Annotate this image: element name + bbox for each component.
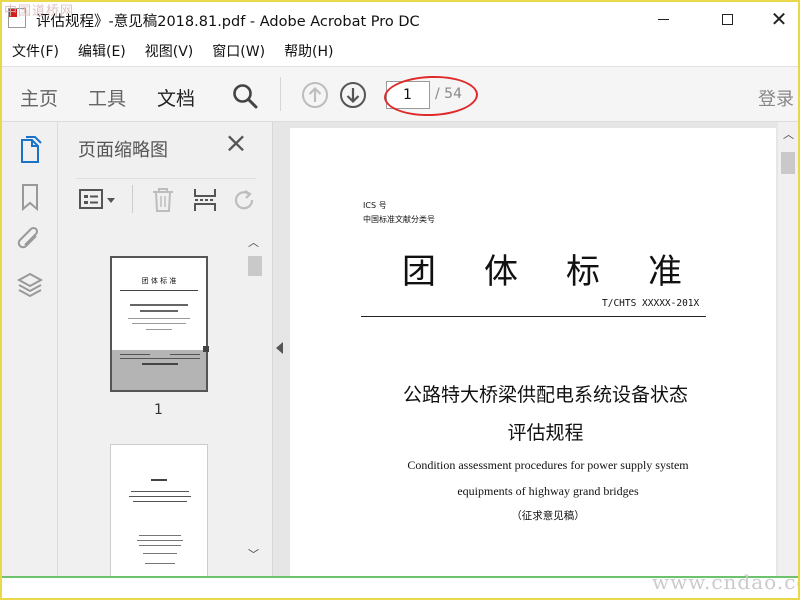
toolbar-separator xyxy=(280,77,281,111)
thumbnail-text-line xyxy=(170,354,200,355)
tab-document[interactable]: 文档 xyxy=(157,84,195,111)
bookmark-icon[interactable] xyxy=(16,182,44,212)
thumbnail-text-line xyxy=(139,535,181,536)
ics-number: ICS 号 xyxy=(363,201,387,210)
maximize-icon xyxy=(721,13,733,25)
menu-view[interactable]: 视图(V) xyxy=(145,41,194,61)
chinese-title-line-2: 评估规程 xyxy=(507,422,584,444)
thumbnail-text-line xyxy=(151,479,167,481)
thumbnail-title-text: 团 体 标 准 xyxy=(141,277,177,285)
document-view: ICS 号 中国标准文献分类号 团体标准 T/CHTS XXXXX-201X 公… xyxy=(273,122,798,577)
page-up-icon[interactable] xyxy=(301,81,329,109)
maximize-button[interactable] xyxy=(704,4,750,34)
english-title-line-2: equipments of highway grand bridges xyxy=(457,484,639,498)
tab-tools[interactable]: 工具 xyxy=(88,84,126,111)
document-scrollbar[interactable]: ︿ xyxy=(778,122,798,577)
page-thumbnail-2[interactable] xyxy=(110,444,208,577)
thumbnail-text-line xyxy=(120,354,150,355)
thumbnails-title: 页面缩略图 xyxy=(78,140,168,161)
thumbnails-panel: 页面缩略图 × 团 体 标 准 1 ︿ ﹀ xyxy=(58,122,273,577)
tab-home[interactable]: 主页 xyxy=(20,84,58,111)
page-down-icon[interactable] xyxy=(339,81,367,109)
scroll-up-arrow-icon[interactable]: ︿ xyxy=(783,126,794,142)
watermark-bottom-right: www.cndao.com xyxy=(652,570,800,594)
scroll-up-arrow-icon[interactable]: ︿ xyxy=(248,234,259,250)
menu-bar: 文件(F) 编辑(E) 视图(V) 窗口(W) 帮助(H) xyxy=(0,38,800,64)
thumbnail-text-line xyxy=(140,310,178,312)
menu-window[interactable]: 窗口(W) xyxy=(212,41,265,61)
scrollbar-thumb[interactable] xyxy=(781,152,795,174)
watermark-top-left: 中国道桥网 xyxy=(4,4,75,19)
thumbnails-scrollbar[interactable]: ︿ ﹀ xyxy=(246,230,264,570)
thumbnail-text-line xyxy=(139,545,181,546)
toolbar-separator xyxy=(132,185,133,213)
search-icon[interactable] xyxy=(232,83,258,109)
header-rule xyxy=(361,316,706,317)
thumbnail-options-icon[interactable] xyxy=(78,187,118,213)
thumbnail-text-line xyxy=(145,563,175,564)
thumbnail-page-number: 1 xyxy=(154,402,163,418)
thumbnail-resize-handle[interactable] xyxy=(203,346,209,352)
close-window-button[interactable]: ✕ xyxy=(756,4,800,34)
main-toolbar: 主页 工具 文档 1 / 54 登录 xyxy=(2,66,798,122)
scroll-down-arrow-icon[interactable]: ﹀ xyxy=(248,546,259,562)
standard-type-title: 团体标准 xyxy=(402,252,730,292)
thumbnail-text-line xyxy=(146,329,172,330)
thumbnails-toolbar xyxy=(76,178,256,214)
english-title-line-1: Condition assessment procedures for powe… xyxy=(407,458,689,472)
thumbnail-text-line xyxy=(142,363,178,365)
thumbnail-text-line xyxy=(132,323,186,324)
thumbnail-text-line xyxy=(129,496,191,497)
pages-icon[interactable] xyxy=(16,136,44,166)
attachment-icon[interactable] xyxy=(16,226,44,256)
page-thumbnail-1[interactable]: 团 体 标 准 xyxy=(110,256,209,392)
thumbnail-rule xyxy=(120,358,200,359)
menu-file[interactable]: 文件(F) xyxy=(12,41,59,61)
menu-edit[interactable]: 编辑(E) xyxy=(78,41,126,61)
insert-page-icon[interactable] xyxy=(192,187,218,213)
login-button[interactable]: 登录 xyxy=(758,85,794,111)
close-icon[interactable]: × xyxy=(224,129,248,157)
thumbnail-text-line xyxy=(137,540,183,541)
navigation-rail xyxy=(2,122,58,577)
chinese-title-line-1: 公路特大桥梁供配电系统设备状态 xyxy=(402,384,688,406)
thumbnail-text-line xyxy=(133,501,187,502)
thumbnail-rule xyxy=(120,290,198,291)
delete-page-icon[interactable] xyxy=(150,187,176,213)
close-icon: ✕ xyxy=(770,7,788,31)
minimize-button[interactable] xyxy=(640,4,686,34)
rotate-page-icon[interactable] xyxy=(232,187,258,213)
thumbnail-text-line xyxy=(130,304,188,306)
standard-code: T/CHTS XXXXX-201X xyxy=(602,298,700,309)
draft-note: （征求意见稿） xyxy=(511,510,585,522)
layers-icon[interactable] xyxy=(16,270,44,300)
thumbnail-text-line xyxy=(131,491,189,492)
thumbnail-footer xyxy=(112,350,206,390)
window-title: 评估规程》-意见稿2018.81.pdf - Adobe Acrobat Pro… xyxy=(36,14,420,30)
thumbnail-text-line xyxy=(143,553,177,554)
minimize-icon xyxy=(657,18,669,20)
document-page: ICS 号 中国标准文献分类号 团体标准 T/CHTS XXXXX-201X 公… xyxy=(290,128,776,577)
menu-help[interactable]: 帮助(H) xyxy=(284,41,333,61)
thumbnail-text-line xyxy=(128,318,190,319)
title-bar: 中国道桥网 评估规程》-意见稿2018.81.pdf - Adobe Acrob… xyxy=(0,0,800,38)
classification-number: 中国标准文献分类号 xyxy=(363,215,435,224)
collapse-panel-icon[interactable] xyxy=(276,342,283,354)
thumbnails-header: 页面缩略图 × xyxy=(58,122,273,172)
scrollbar-thumb[interactable] xyxy=(248,256,262,276)
